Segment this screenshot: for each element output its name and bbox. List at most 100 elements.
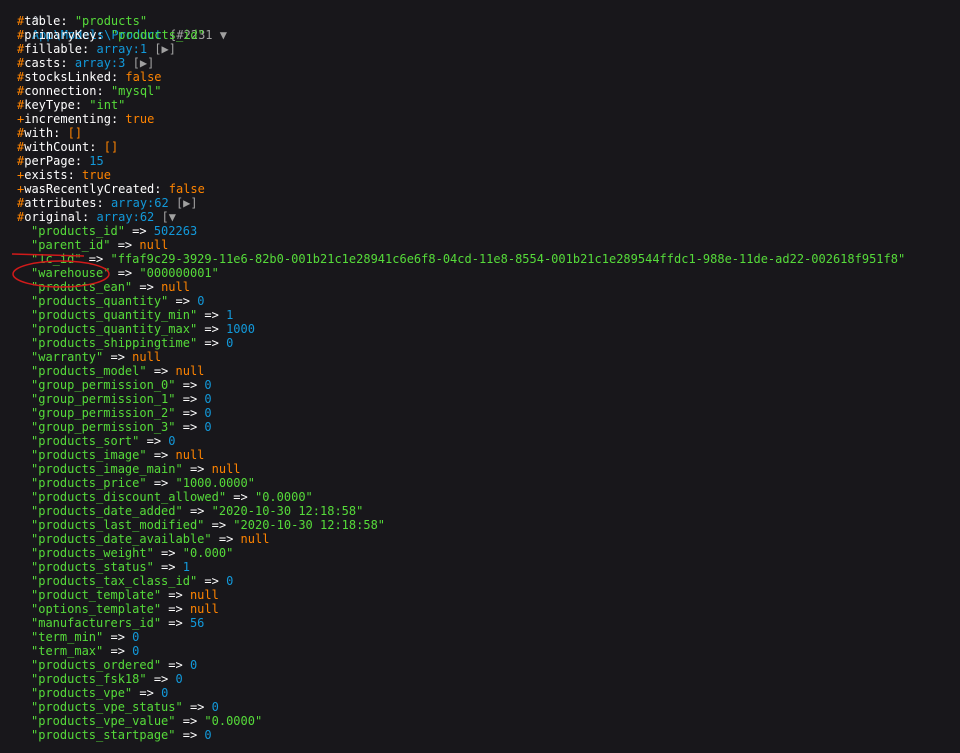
arrow: => — [161, 588, 190, 602]
arrow: => — [146, 476, 176, 490]
arrow: => — [110, 238, 140, 252]
entry-value: null — [175, 364, 205, 378]
entry-key: "products_quantity_min" — [31, 308, 198, 322]
array-entry: "products_vpe_value" => "0.0000" — [31, 714, 262, 728]
property-value: array:62 — [96, 210, 155, 224]
colon: : — [110, 112, 126, 126]
property-value: array:3 — [74, 56, 126, 70]
entry-key: "products_vpe_value" — [31, 714, 176, 728]
entry-value: 0 — [204, 728, 212, 742]
array-entry: "products_tax_class_id" => 0 — [31, 574, 233, 588]
arrow: => — [153, 560, 183, 574]
arrow: => — [132, 686, 162, 700]
array-entry: "products_startpage" => 0 — [31, 728, 212, 742]
array-entry: "products_discount_allowed" => "0.0000" — [31, 490, 313, 504]
array-entry: "options_template" => null — [31, 602, 219, 616]
property-row: #with: [] — [17, 126, 82, 140]
arrow: => — [204, 518, 234, 532]
collapse-toggle-icon[interactable]: ▼ — [213, 28, 227, 42]
array-entry: "term_max" => 0 — [31, 644, 139, 658]
array-entry: "warehouse" => "000000001" — [31, 266, 219, 280]
expand-toggle-icon[interactable]: [▶] — [169, 196, 198, 210]
expand-toggle-icon[interactable]: [▼ — [154, 210, 176, 224]
property-value: 15 — [89, 154, 104, 168]
entry-key: "products_sort" — [31, 434, 140, 448]
array-entry: "products_id" => 502263 — [31, 224, 197, 238]
property-value: array:62 — [110, 196, 169, 210]
property-name: keyType — [24, 98, 75, 112]
entry-value: 0 — [226, 574, 234, 588]
entry-key: "parent_id" — [31, 238, 111, 252]
property-value: [] — [103, 140, 119, 154]
arrow: => — [168, 294, 198, 308]
property-row: +incrementing: true — [17, 112, 154, 126]
arrow: => — [103, 630, 133, 644]
arrow: => — [197, 336, 227, 350]
colon: : — [60, 14, 75, 28]
property-row: #original: array:62 [▼ — [17, 210, 176, 224]
property-name: fillable — [24, 42, 83, 56]
array-entry: "warranty" => null — [31, 350, 161, 364]
entry-value: "2020-10-30 12:18:58" — [211, 504, 364, 518]
colon: : — [74, 154, 90, 168]
array-entry: "group_permission_1" => 0 — [31, 392, 212, 406]
entry-key: "products_ordered" — [31, 658, 162, 672]
entry-key: "products_tax_class_id" — [31, 574, 198, 588]
arrow: => — [146, 448, 176, 462]
colon: : — [53, 126, 68, 140]
entry-value: 1 — [226, 308, 234, 322]
entry-key: "products_quantity_max" — [31, 322, 198, 336]
entry-value: 1 — [182, 560, 190, 574]
arrow: => — [226, 490, 255, 504]
property-name: exists — [24, 168, 68, 182]
arrow: => — [153, 546, 183, 560]
array-entry: "products_sort" => 0 — [31, 434, 176, 448]
entry-key: "warranty" — [31, 350, 104, 364]
entry-key: "product_template" — [31, 588, 162, 602]
colon: : — [82, 210, 97, 224]
entry-value: null — [175, 448, 205, 462]
array-entry: "group_permission_0" => 0 — [31, 378, 212, 392]
entry-value: 0 — [168, 434, 176, 448]
entry-key: "manufacturers_id" — [31, 616, 162, 630]
entry-key: "products_date_available" — [31, 532, 212, 546]
property-name: perPage — [24, 154, 75, 168]
property-value: [] — [67, 126, 83, 140]
property-name: primaryKey — [24, 28, 97, 42]
entry-value: 0 — [204, 406, 212, 420]
array-entry: "products_model" => null — [31, 364, 204, 378]
dump-header: ^ App\Models\Product {#2231 ▼ — [3, 0, 227, 42]
entry-key: "warehouse" — [31, 266, 111, 280]
array-entry: "products_shippingtime" => 0 — [31, 336, 233, 350]
array-entry: "product_template" => null — [31, 588, 219, 602]
entry-key: "group_permission_0" — [31, 378, 176, 392]
colon: : — [96, 28, 111, 42]
entry-key: "products_id" — [31, 224, 125, 238]
array-entry: "products_weight" => "0.000" — [31, 546, 233, 560]
arrow: => — [197, 322, 227, 336]
property-value: false — [125, 70, 162, 84]
property-value: "products_id" — [110, 28, 205, 42]
array-entry: "1c_id" => "ffaf9c29-3929-11e6-82b0-001b… — [31, 252, 905, 266]
property-value: array:1 — [96, 42, 148, 56]
property-row: +exists: true — [17, 168, 111, 182]
entry-value: null — [161, 280, 190, 294]
arrow: => — [161, 616, 190, 630]
property-name: incrementing — [24, 112, 111, 126]
property-value: true — [82, 168, 111, 182]
arrow: => — [103, 644, 133, 658]
expand-toggle-icon[interactable]: [▶] — [147, 42, 176, 56]
expand-toggle-icon[interactable]: [▶] — [125, 56, 155, 70]
property-value: true — [125, 112, 155, 126]
property-value: "products" — [74, 14, 148, 28]
property-row: #withCount: [] — [17, 140, 118, 154]
entry-key: "products_weight" — [31, 546, 154, 560]
array-entry: "products_vpe_status" => 0 — [31, 700, 219, 714]
entry-value: "000000001" — [139, 266, 219, 280]
arrow: => — [175, 378, 205, 392]
property-row: #keyType: "int" — [17, 98, 125, 112]
colon: : — [60, 56, 75, 70]
array-entry: "group_permission_3" => 0 — [31, 420, 212, 434]
colon: : — [154, 182, 169, 196]
entry-key: "products_status" — [31, 560, 154, 574]
